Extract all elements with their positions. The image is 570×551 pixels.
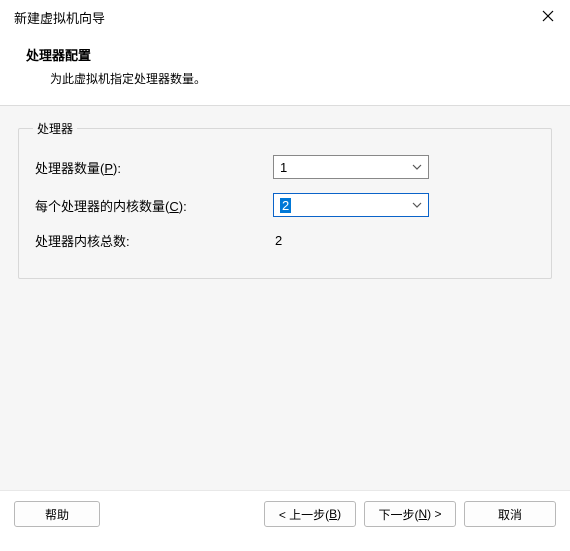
back-button[interactable]: < 上一步(B) [264, 501, 356, 527]
row-total-cores: 处理器内核总数: 2 [35, 231, 535, 250]
cancel-button[interactable]: 取消 [464, 501, 556, 527]
chevron-down-icon [412, 200, 422, 210]
next-button[interactable]: 下一步(N) > [364, 501, 456, 527]
titlebar: 新建虚拟机向导 [0, 0, 570, 35]
cores-per-processor-value: 2 [280, 198, 291, 213]
close-button[interactable] [540, 10, 556, 26]
content-area: 处理器 处理器数量(P): 1 每个处理器的内核数量(C): 2 [0, 106, 570, 490]
close-icon [542, 10, 554, 25]
cores-per-processor-select[interactable]: 2 [273, 193, 429, 217]
cores-per-processor-label: 每个处理器的内核数量(C): [35, 196, 273, 215]
processor-count-value: 1 [280, 160, 287, 175]
processor-count-select[interactable]: 1 [273, 155, 429, 179]
processor-count-label: 处理器数量(P): [35, 158, 273, 177]
chevron-down-icon [412, 162, 422, 172]
wizard-header: 处理器配置 为此虚拟机指定处理器数量。 [0, 35, 570, 106]
window-title: 新建虚拟机向导 [14, 8, 105, 27]
page-subtitle: 为此虚拟机指定处理器数量。 [26, 70, 544, 87]
total-cores-value: 2 [273, 233, 282, 248]
wizard-footer: 帮助 < 上一步(B) 下一步(N) > 取消 [0, 490, 570, 541]
total-cores-label: 处理器内核总数: [35, 231, 273, 250]
page-title: 处理器配置 [26, 45, 544, 64]
help-button[interactable]: 帮助 [14, 501, 100, 527]
row-cores-per-processor: 每个处理器的内核数量(C): 2 [35, 193, 535, 217]
processor-group: 处理器 处理器数量(P): 1 每个处理器的内核数量(C): 2 [18, 120, 552, 279]
row-processor-count: 处理器数量(P): 1 [35, 155, 535, 179]
group-legend: 处理器 [33, 120, 77, 137]
